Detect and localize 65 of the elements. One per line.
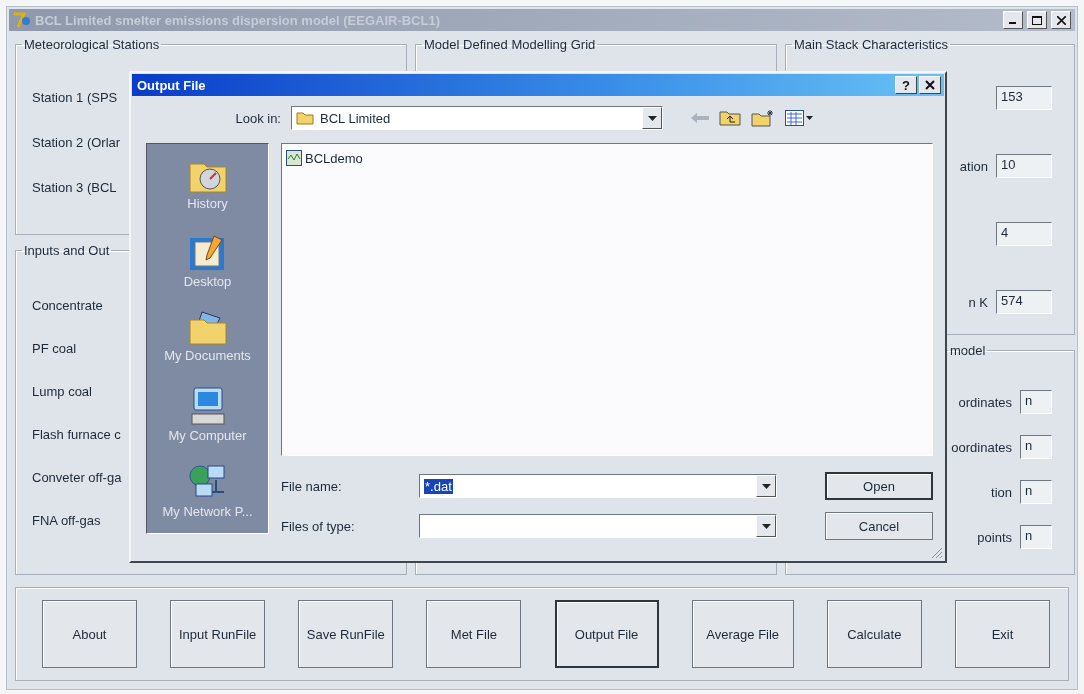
look-in-label: Look in:	[234, 110, 282, 126]
field-label: ation	[959, 158, 988, 174]
input-label: FNA off-gas	[32, 513, 101, 528]
input-field[interactable]: n	[1020, 480, 1052, 504]
view-menu-icon[interactable]	[785, 110, 813, 126]
maximize-button[interactable]	[1027, 11, 1047, 29]
app-logo-icon	[13, 12, 31, 28]
toolbar-button[interactable]: Calculate	[826, 600, 922, 668]
input-label: PF coal	[32, 341, 77, 356]
station-label: Station 3 (BCL	[32, 180, 117, 195]
input-field[interactable]: n	[1020, 390, 1052, 414]
input-field[interactable]: 10	[996, 154, 1052, 178]
caret-icon	[761, 483, 771, 489]
field-label: tion	[991, 484, 1012, 500]
cancel-button[interactable]: Cancel	[825, 512, 933, 540]
input-field[interactable]: n	[1020, 435, 1052, 459]
group-title: Inputs and Out	[23, 243, 111, 258]
dialog-title: Output File	[137, 77, 207, 93]
resize-grip-icon[interactable]	[931, 547, 943, 559]
station-label: Station 1 (SPS	[32, 90, 118, 105]
input-label: Lump coal	[32, 384, 92, 399]
toolbar-button[interactable]: Output File	[554, 600, 659, 668]
look-in-dropdown[interactable]: BCL Limited	[291, 106, 663, 130]
close-icon	[925, 79, 935, 90]
toolbar-button[interactable]: Average File	[691, 600, 794, 668]
folder-icon	[296, 111, 314, 125]
group-title: Main Stack Characteristics	[793, 37, 949, 52]
input-label: Concentrate	[32, 298, 103, 313]
toolbar-button[interactable]: Save RunFile	[298, 600, 394, 668]
input-label: Flash furnace c	[32, 427, 121, 442]
up-folder-icon[interactable]	[719, 110, 741, 126]
input-label: Conveter off-ga	[32, 470, 122, 485]
input-field[interactable]: 574	[996, 290, 1052, 314]
close-button[interactable]	[919, 76, 941, 94]
close-button[interactable]	[1051, 11, 1071, 29]
field-label: n K	[968, 294, 988, 310]
caret-icon	[761, 523, 771, 529]
input-field[interactable]: 4	[996, 222, 1052, 246]
group-title: Model Defined Modelling Grid	[423, 37, 597, 52]
file-name-field[interactable]: *.dat	[419, 474, 777, 498]
close-icon	[1056, 15, 1066, 25]
caret-icon	[647, 115, 657, 121]
toolbar-button[interactable]: Exit	[955, 600, 1050, 668]
file-item[interactable]: BCLdemo	[286, 150, 363, 166]
field-label: ordinates	[958, 394, 1012, 410]
documents-folder-icon	[187, 310, 228, 346]
toolbar-button[interactable]: Input RunFile	[170, 600, 266, 668]
group-title: model	[949, 343, 987, 358]
open-button[interactable]: Open	[825, 472, 933, 500]
maximize-icon	[1032, 15, 1042, 25]
new-folder-icon[interactable]	[751, 109, 775, 127]
file-name-label: File name:	[281, 478, 343, 494]
field-label: points	[977, 529, 1012, 545]
input-field[interactable]: 153	[996, 86, 1052, 110]
toolbar-button[interactable]: About	[42, 600, 137, 668]
station-label: Station 2 (Orlar	[32, 135, 121, 150]
file-type-dropdown[interactable]	[419, 514, 777, 538]
field-label: oordinates	[951, 439, 1012, 455]
file-icon	[286, 150, 302, 166]
group-title: Meteorological Stations	[23, 37, 161, 52]
minimize-button[interactable]	[1003, 11, 1023, 29]
help-button[interactable]: ?	[895, 76, 917, 94]
toolbar-button[interactable]: Met File	[426, 600, 522, 668]
file-type-label: Files of type:	[281, 518, 356, 534]
input-field[interactable]: n	[1020, 525, 1052, 549]
